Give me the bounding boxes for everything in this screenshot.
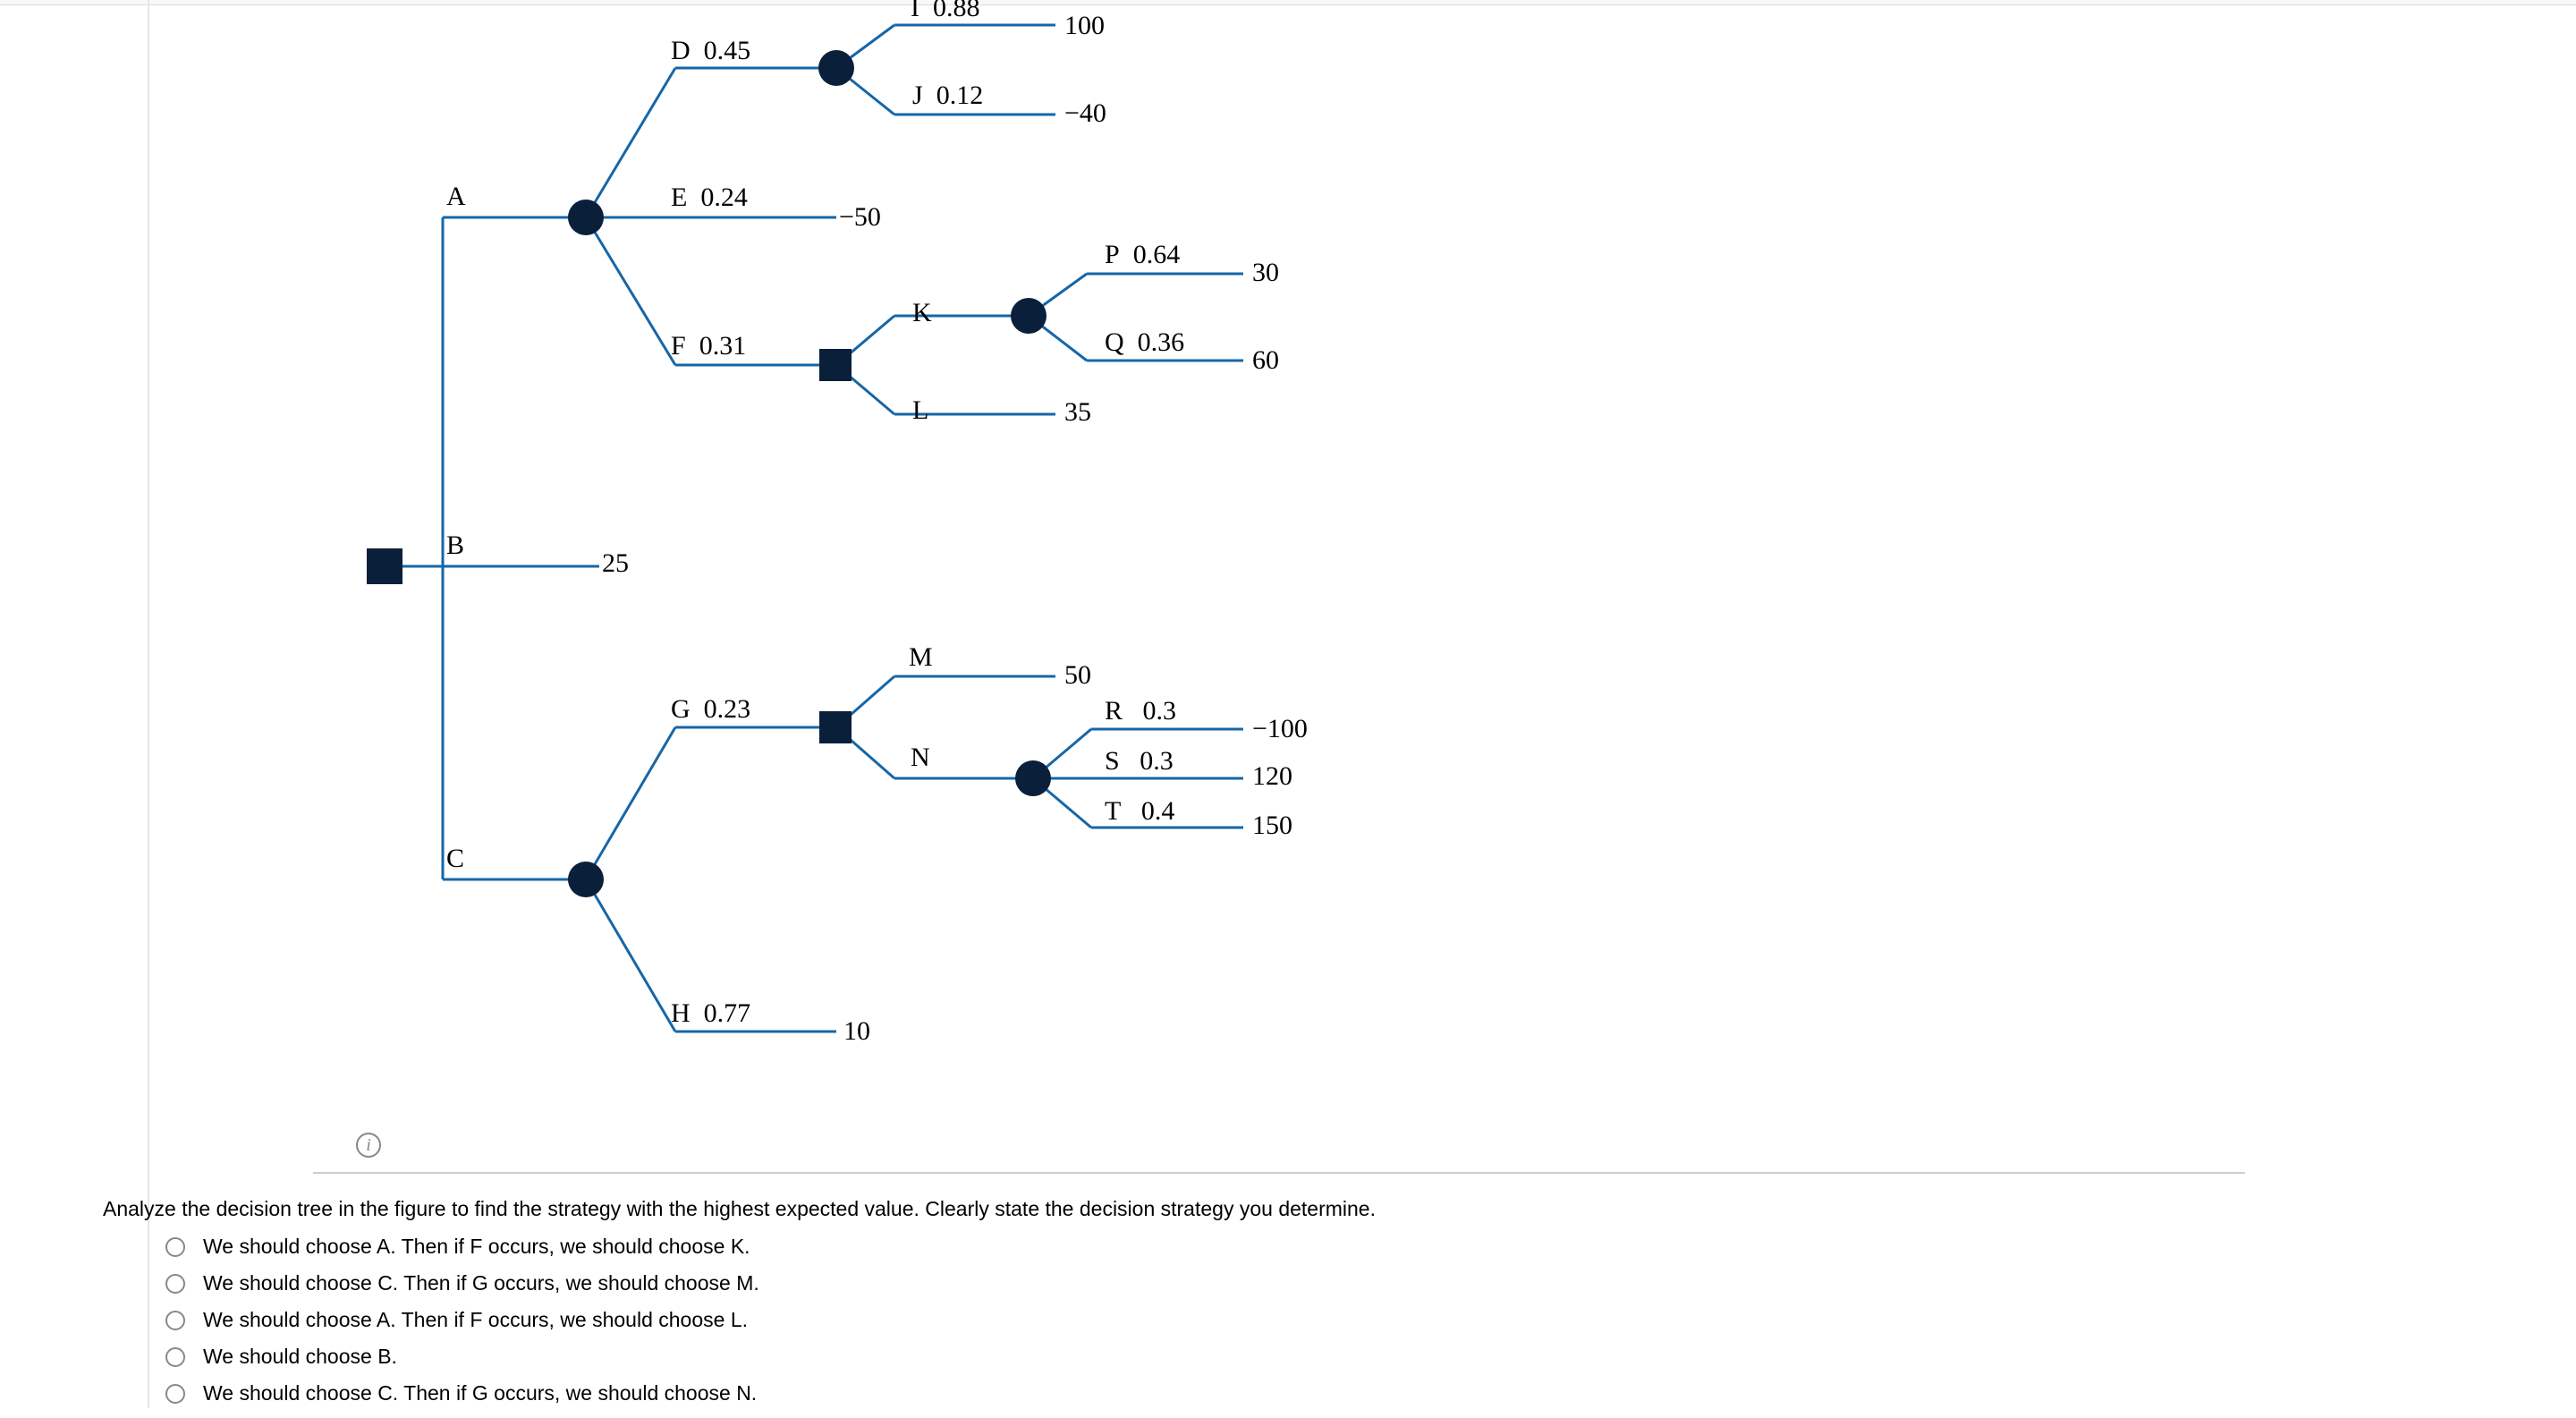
label-K: K	[912, 298, 932, 328]
divider	[313, 1172, 2245, 1174]
option-3[interactable]: We should choose A. Then if F occurs, we…	[165, 1308, 759, 1332]
label-A: A	[446, 182, 466, 212]
label-J: J 0.12	[912, 81, 983, 111]
option-5[interactable]: We should choose C. Then if G occurs, we…	[165, 1381, 759, 1405]
label-M: M	[909, 642, 933, 673]
label-R: R 0.3	[1105, 696, 1176, 726]
option-label: We should choose B.	[203, 1345, 397, 1369]
top-bar	[0, 0, 2576, 5]
payoff-R: −100	[1252, 714, 1308, 744]
option-label: We should choose A. Then if F occurs, we…	[203, 1235, 750, 1259]
label-Q: Q 0.36	[1105, 327, 1184, 358]
payoff-J: −40	[1064, 98, 1106, 129]
label-T: T 0.4	[1105, 796, 1174, 827]
payoff-M: 50	[1064, 660, 1091, 691]
payoff-E: −50	[839, 202, 881, 233]
answer-options: We should choose A. Then if F occurs, we…	[165, 1235, 759, 1418]
info-icon[interactable]: i	[356, 1133, 381, 1158]
payoff-Q: 60	[1252, 345, 1279, 376]
label-I: I 0.88	[911, 0, 980, 23]
payoff-H: 10	[843, 1016, 870, 1047]
question-text: Analyze the decision tree in the figure …	[103, 1197, 1376, 1221]
label-P: P 0.64	[1105, 240, 1180, 270]
label-G: G 0.23	[671, 694, 750, 725]
label-N: N	[911, 743, 930, 773]
label-D: D 0.45	[671, 36, 750, 66]
label-L: L	[912, 395, 928, 426]
decision-tree-diagram: A B 25 C D 0.45 E 0.24 −50 F 0.31 I 0.88…	[340, 7, 1467, 1134]
label-C: C	[446, 844, 464, 874]
payoff-S: 120	[1252, 761, 1292, 792]
payoff-L: 35	[1064, 397, 1091, 428]
option-label: We should choose C. Then if G occurs, we…	[203, 1271, 759, 1295]
label-H: H 0.77	[671, 998, 750, 1029]
label-S: S 0.3	[1105, 746, 1174, 777]
radio-icon	[165, 1237, 185, 1257]
label-F: F 0.31	[671, 331, 746, 361]
payoff-T: 150	[1252, 811, 1292, 841]
radio-icon	[165, 1274, 185, 1294]
option-1[interactable]: We should choose A. Then if F occurs, we…	[165, 1235, 759, 1259]
radio-icon	[165, 1384, 185, 1404]
option-label: We should choose A. Then if F occurs, we…	[203, 1308, 748, 1332]
payoff-I: 100	[1064, 11, 1105, 41]
option-label: We should choose C. Then if G occurs, we…	[203, 1381, 757, 1405]
option-2[interactable]: We should choose C. Then if G occurs, we…	[165, 1271, 759, 1295]
radio-icon	[165, 1347, 185, 1367]
payoff-P: 30	[1252, 258, 1279, 288]
label-E: E 0.24	[671, 183, 748, 213]
radio-icon	[165, 1311, 185, 1330]
option-4[interactable]: We should choose B.	[165, 1345, 759, 1369]
payoff-B: 25	[602, 548, 629, 579]
label-B: B	[446, 531, 464, 561]
